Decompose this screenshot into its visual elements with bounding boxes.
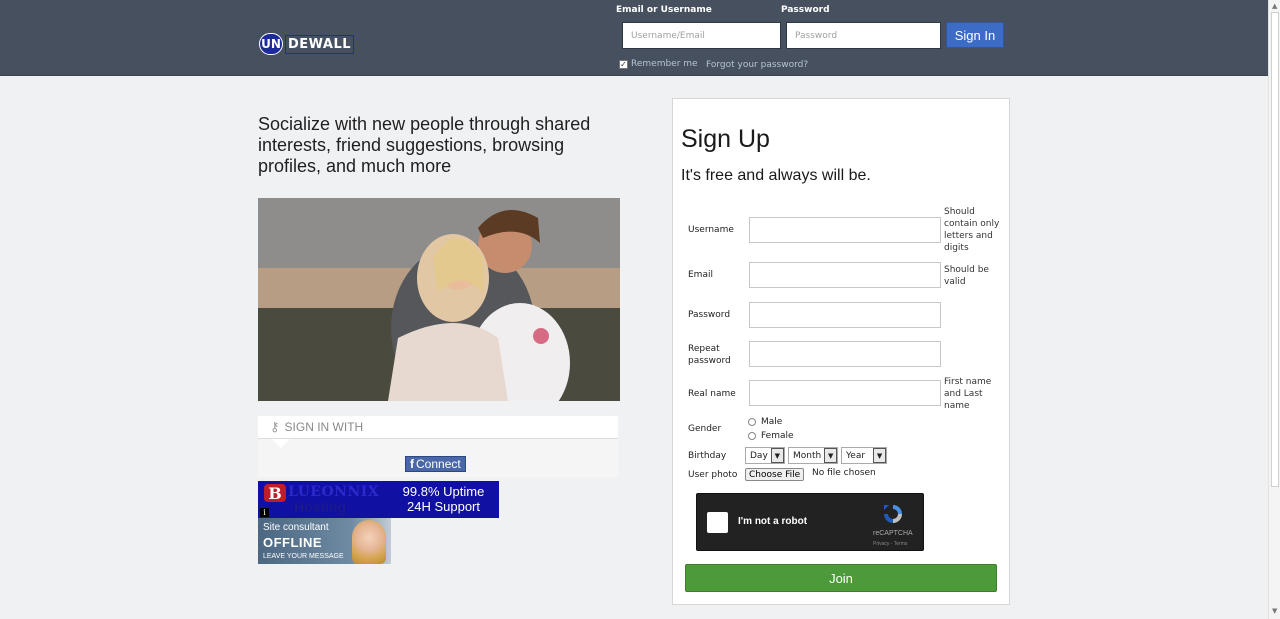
password-label: Password <box>781 5 830 15</box>
month-value: Month <box>793 450 822 461</box>
recaptcha-icon <box>884 505 902 523</box>
birthday-month-select[interactable]: Month ▼ <box>788 447 839 464</box>
signup-panel: Sign Up It's free and always will be. Us… <box>672 98 1010 605</box>
female-radio[interactable] <box>748 432 756 440</box>
remember-me[interactable]: ✓ Remember me <box>619 59 698 69</box>
site-consultant-widget[interactable]: Site consultant OFFLINE LEAVE YOUR MESSA… <box>258 518 391 564</box>
recaptcha-checkbox[interactable] <box>707 512 728 533</box>
top-navbar: UN DEWALL Email or Username Password Sig… <box>0 0 1268 76</box>
username-input[interactable] <box>749 217 941 243</box>
consultant-avatar <box>352 520 386 564</box>
repeat-password-input[interactable] <box>749 341 941 367</box>
sign-in-with-bar: ⚷ SIGN IN WITH <box>258 416 618 439</box>
join-button[interactable]: Join <box>685 564 997 592</box>
email-hint: Should be valid <box>944 265 989 287</box>
sign-in-with-label: SIGN IN WITH <box>284 420 364 434</box>
birthday-day-select[interactable]: Day ▼ <box>745 447 785 464</box>
logo-text: DEWALL <box>285 34 355 54</box>
signup-title: Sign Up <box>681 125 770 153</box>
consultant-status: OFFLINE <box>263 535 323 550</box>
gender-female-option[interactable]: Female <box>748 431 794 441</box>
scroll-up-icon[interactable]: ▲ <box>1272 2 1277 10</box>
hosting-ad-logo: B LUEONNIX Hosting i <box>258 481 388 518</box>
password-field-label: Password <box>688 310 731 320</box>
support-text: 24H Support <box>407 499 480 514</box>
logo-mark: UN <box>259 33 283 55</box>
facebook-connect-label: Connect <box>416 457 461 471</box>
social-connect-area: f Connect <box>258 439 618 477</box>
gender-male-option[interactable]: Male <box>748 417 782 427</box>
remember-checkbox[interactable]: ✓ <box>619 59 628 69</box>
scroll-down-icon[interactable]: ▼ <box>1272 607 1277 615</box>
hosting-ad-text: 99.8% Uptime 24H Support <box>388 481 499 518</box>
remember-label: Remember me <box>631 59 698 69</box>
page-scrollbar[interactable]: ▲ ▼ <box>1268 0 1280 619</box>
couple-photo <box>258 198 620 401</box>
recaptcha-links[interactable]: Privacy - Terms <box>873 541 907 547</box>
hosting-logo-name: LUEONNIX <box>288 484 380 500</box>
password-input[interactable] <box>749 302 941 328</box>
scroll-thumb[interactable] <box>1271 12 1279 487</box>
year-value: Year <box>846 450 866 461</box>
recaptcha-brand: reCAPTCHA <box>873 530 913 537</box>
uptime-text: 99.8% Uptime <box>402 484 485 499</box>
consultant-title: Site consultant <box>263 522 329 533</box>
female-label: Female <box>761 431 794 441</box>
real-name-input[interactable] <box>749 380 941 406</box>
forgot-password-link[interactable]: Forgot your password? <box>706 60 808 70</box>
login-username-input[interactable] <box>622 22 781 49</box>
repeat-password-label: Repeat password <box>688 344 731 366</box>
site-logo[interactable]: UN DEWALL <box>259 32 355 56</box>
consultant-action: LEAVE YOUR MESSAGE <box>263 553 344 560</box>
birthday-label: Birthday <box>688 451 727 461</box>
sign-in-button[interactable]: Sign In <box>946 22 1004 48</box>
signup-subtitle: It's free and always will be. <box>681 167 871 184</box>
facebook-icon: f <box>410 457 414 471</box>
real-name-hint: First name and Last name <box>944 377 992 411</box>
email-username-label: Email or Username <box>616 5 712 15</box>
ad-info-icon[interactable]: i <box>260 508 269 517</box>
no-file-text: No file chosen <box>812 468 876 478</box>
recaptcha-label: I'm not a robot <box>738 516 808 527</box>
hosting-logo-sub: Hosting <box>294 499 347 515</box>
username-hint: Should contain only letters and digits <box>944 207 1000 253</box>
real-name-label: Real name <box>688 389 736 399</box>
facebook-connect-button[interactable]: f Connect <box>405 456 466 472</box>
email-input[interactable] <box>749 262 941 288</box>
male-radio[interactable] <box>748 418 756 426</box>
choose-file-button[interactable]: Choose File <box>745 468 805 481</box>
birthday-year-select[interactable]: Year ▼ <box>841 447 888 464</box>
chevron-down-icon: ▼ <box>824 448 838 463</box>
day-value: Day <box>750 450 768 461</box>
recaptcha-widget: I'm not a robot reCAPTCHA Privacy - Term… <box>696 493 924 551</box>
hosting-logo-letter: B <box>264 484 286 503</box>
user-photo-label: User photo <box>688 470 738 480</box>
email-label: Email <box>688 270 713 280</box>
key-icon: ⚷ <box>270 419 280 434</box>
login-password-input[interactable] <box>786 22 941 49</box>
chevron-down-icon: ▼ <box>873 448 887 463</box>
male-label: Male <box>761 417 783 427</box>
username-label: Username <box>688 225 734 235</box>
chevron-down-icon: ▼ <box>770 448 784 463</box>
hosting-ad-banner[interactable]: B LUEONNIX Hosting i 99.8% Uptime 24H Su… <box>258 481 499 518</box>
intro-tagline: Socialize with new people through shared… <box>258 114 591 176</box>
gender-label: Gender <box>688 424 722 434</box>
bubble-notch <box>272 439 290 448</box>
